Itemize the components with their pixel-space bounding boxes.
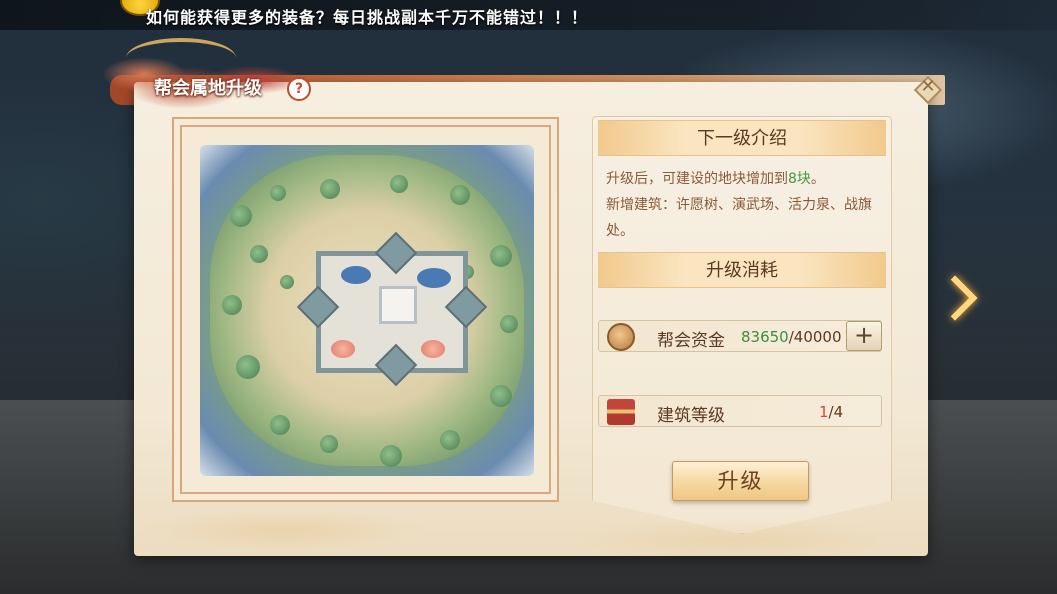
building-level-required: /4 bbox=[828, 403, 844, 421]
announcement-banner: 如何能获得更多的装备？每日挑战副本千万不能错过！！！ bbox=[0, 0, 1057, 30]
tree bbox=[390, 175, 408, 193]
cost-header: 升级消耗 bbox=[598, 252, 886, 288]
desc-line2: 新增建筑：许愿树、演武场、活力泉、战旗处。 bbox=[606, 197, 872, 239]
chevron-right-icon bbox=[932, 275, 978, 321]
tree bbox=[222, 295, 242, 315]
upgrade-button[interactable]: 升级 bbox=[672, 461, 809, 501]
tree bbox=[250, 245, 268, 263]
blossom-tree bbox=[331, 340, 355, 358]
panel-title: 帮会属地升级 bbox=[154, 78, 262, 99]
building-level-value: 1/4 bbox=[819, 403, 843, 421]
bottom-cloud-decoration bbox=[134, 500, 928, 556]
help-icon[interactable]: ? bbox=[287, 77, 311, 101]
next-level-description: 升级后，可建设的地块增加到8块。 新增建筑：许愿树、演武场、活力泉、战旗处。 bbox=[606, 166, 884, 244]
tree bbox=[270, 185, 286, 201]
building-level-label: 建筑等级 bbox=[657, 406, 725, 426]
tree bbox=[320, 179, 340, 199]
blossom-tree bbox=[421, 340, 445, 358]
territory-map-frame bbox=[172, 117, 559, 502]
tree bbox=[230, 205, 252, 227]
next-page-arrow[interactable] bbox=[932, 275, 981, 328]
east-pond bbox=[417, 268, 451, 288]
guild-funds-value: 83650/40000 bbox=[741, 328, 842, 346]
dragon-decoration bbox=[126, 38, 236, 78]
guild-funds-label: 帮会资金 bbox=[657, 331, 725, 351]
tree bbox=[500, 315, 518, 333]
guild-funds-row: 帮会资金 83650/40000 bbox=[598, 320, 882, 352]
tree bbox=[450, 185, 470, 205]
building-level-current: 1 bbox=[819, 403, 829, 421]
building-icon bbox=[607, 399, 635, 425]
next-level-header: 下一级介绍 bbox=[598, 120, 886, 156]
territory-map bbox=[200, 145, 534, 476]
close-icon: ✕ bbox=[920, 76, 936, 97]
guild-funds-required: /40000 bbox=[788, 328, 842, 346]
main-hall bbox=[379, 286, 417, 324]
tree bbox=[270, 415, 290, 435]
tree bbox=[236, 355, 260, 379]
desc-suffix: 。 bbox=[810, 171, 825, 187]
building-level-row: 建筑等级 1/4 bbox=[598, 395, 882, 427]
west-pond bbox=[341, 266, 371, 284]
tree bbox=[320, 435, 338, 453]
tree bbox=[490, 245, 512, 267]
tree bbox=[440, 430, 460, 450]
tree bbox=[280, 275, 294, 289]
desc-highlight: 8块 bbox=[788, 171, 811, 187]
guild-compound bbox=[296, 231, 488, 387]
announcement-text: 如何能获得更多的装备？每日挑战副本千万不能错过！！！ bbox=[146, 8, 589, 27]
desc-prefix: 升级后，可建设的地块增加到 bbox=[606, 171, 788, 187]
tree bbox=[490, 385, 512, 407]
close-button[interactable]: ✕ bbox=[910, 72, 946, 108]
add-funds-button[interactable]: + bbox=[846, 321, 882, 351]
guild-coin-icon bbox=[607, 323, 635, 351]
tree bbox=[380, 445, 402, 467]
guild-funds-current: 83650 bbox=[741, 328, 789, 346]
